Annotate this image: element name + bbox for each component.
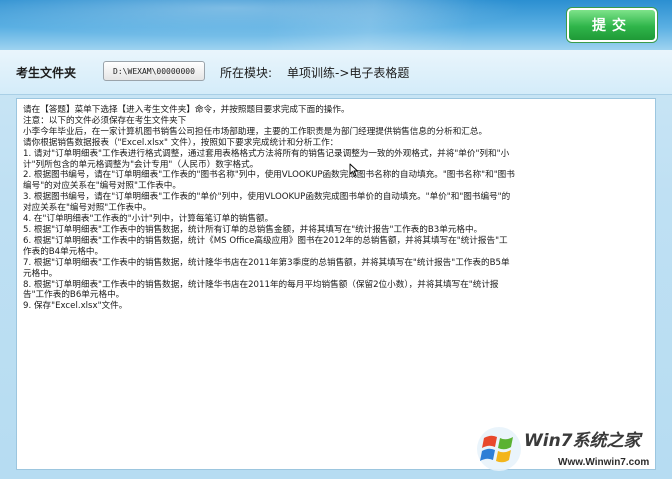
examinee-folder-path-button[interactable]: D:\WEXAM\00000000 [103, 61, 205, 81]
question-line: 对应关系在"编号对照"工作表中。 [23, 203, 152, 214]
question-line: 9. 保存"Excel.xlsx"文件。 [23, 301, 128, 312]
submit-button[interactable]: 提交 [567, 8, 657, 42]
windows-logo-icon [477, 427, 521, 471]
question-line: 请你根据销售数据报表（"Excel.xlsx" 文件），按照如下要求完成统计和分… [23, 137, 339, 148]
question-line: 6. 根据"订单明细表"工作表中的销售数据，统计《MS Office高级应用》图… [23, 235, 508, 246]
examinee-folder-label: 考生文件夹 [16, 66, 77, 80]
question-line: 编号"的对应关系在"编号对照"工作表中。 [23, 181, 181, 192]
question-line: 元格中。 [23, 268, 58, 279]
module-label: 所在模块: [220, 66, 273, 80]
watermark-title: Win7系统之家 [524, 431, 641, 451]
question-line: 作表的B4单元格中。 [23, 246, 104, 257]
question-line: 告"工作表的B6单元格中。 [23, 290, 125, 301]
site-watermark: Win7系统之家 Www.Winwin7.com [474, 422, 670, 478]
top-header: 提交 [0, 0, 672, 50]
question-line: 注意：以下的文件必须保存在考生文件夹下 [23, 115, 187, 126]
mouse-pointer-icon [349, 163, 358, 177]
question-line: 3. 根据图书编号，请在"订单明细表"工作表的"单价"列中，使用VLOOKUP函… [23, 192, 511, 203]
question-line: 请在【答题】菜单下选择【进入考生文件夹】命令，并按照题目要求完成下面的操作。 [23, 105, 350, 115]
exam-info-bar: 考生文件夹 D:\WEXAM\00000000 所在模块: 单项训练->电子表格… [0, 50, 672, 95]
question-content-panel: 请在【答题】菜单下选择【进入考生文件夹】命令，并按照题目要求完成下面的操作。 注… [16, 98, 656, 470]
question-line: 2. 根据图书编号，请在"订单明细表"工作表的"图书名称"列中，使用VLOOKU… [23, 170, 515, 181]
question-line: 8. 根据"订单明细表"工作表中的销售数据，统计隆华书店在2011年的每月平均销… [23, 279, 499, 290]
module-name: 单项训练->电子表格题 [287, 66, 410, 80]
question-line: 4. 在"订单明细表"工作表的"小计"列中，计算每笔订单的销售额。 [23, 214, 274, 225]
question-line: 7. 根据"订单明细表"工作表中的销售数据，统计隆华书店在2011年第3季度的总… [23, 257, 510, 268]
question-line: 小李今年毕业后，在一家计算机图书销售公司担任市场部助理，主要的工作职责是为部门经… [23, 126, 488, 137]
question-line: 1. 请对"订单明细表"工作表进行格式调整，通过套用表格格式方法将所有的销售记录… [23, 148, 510, 159]
question-line: 5. 根据"订单明细表"工作表中的销售数据，统计所有订单的总销售金额，并将其填写… [23, 224, 483, 235]
question-line: 计"列所包含的单元格调整为"会计专用"（人民币）数字格式。 [23, 159, 259, 170]
watermark-url: Www.Winwin7.com [558, 457, 650, 468]
